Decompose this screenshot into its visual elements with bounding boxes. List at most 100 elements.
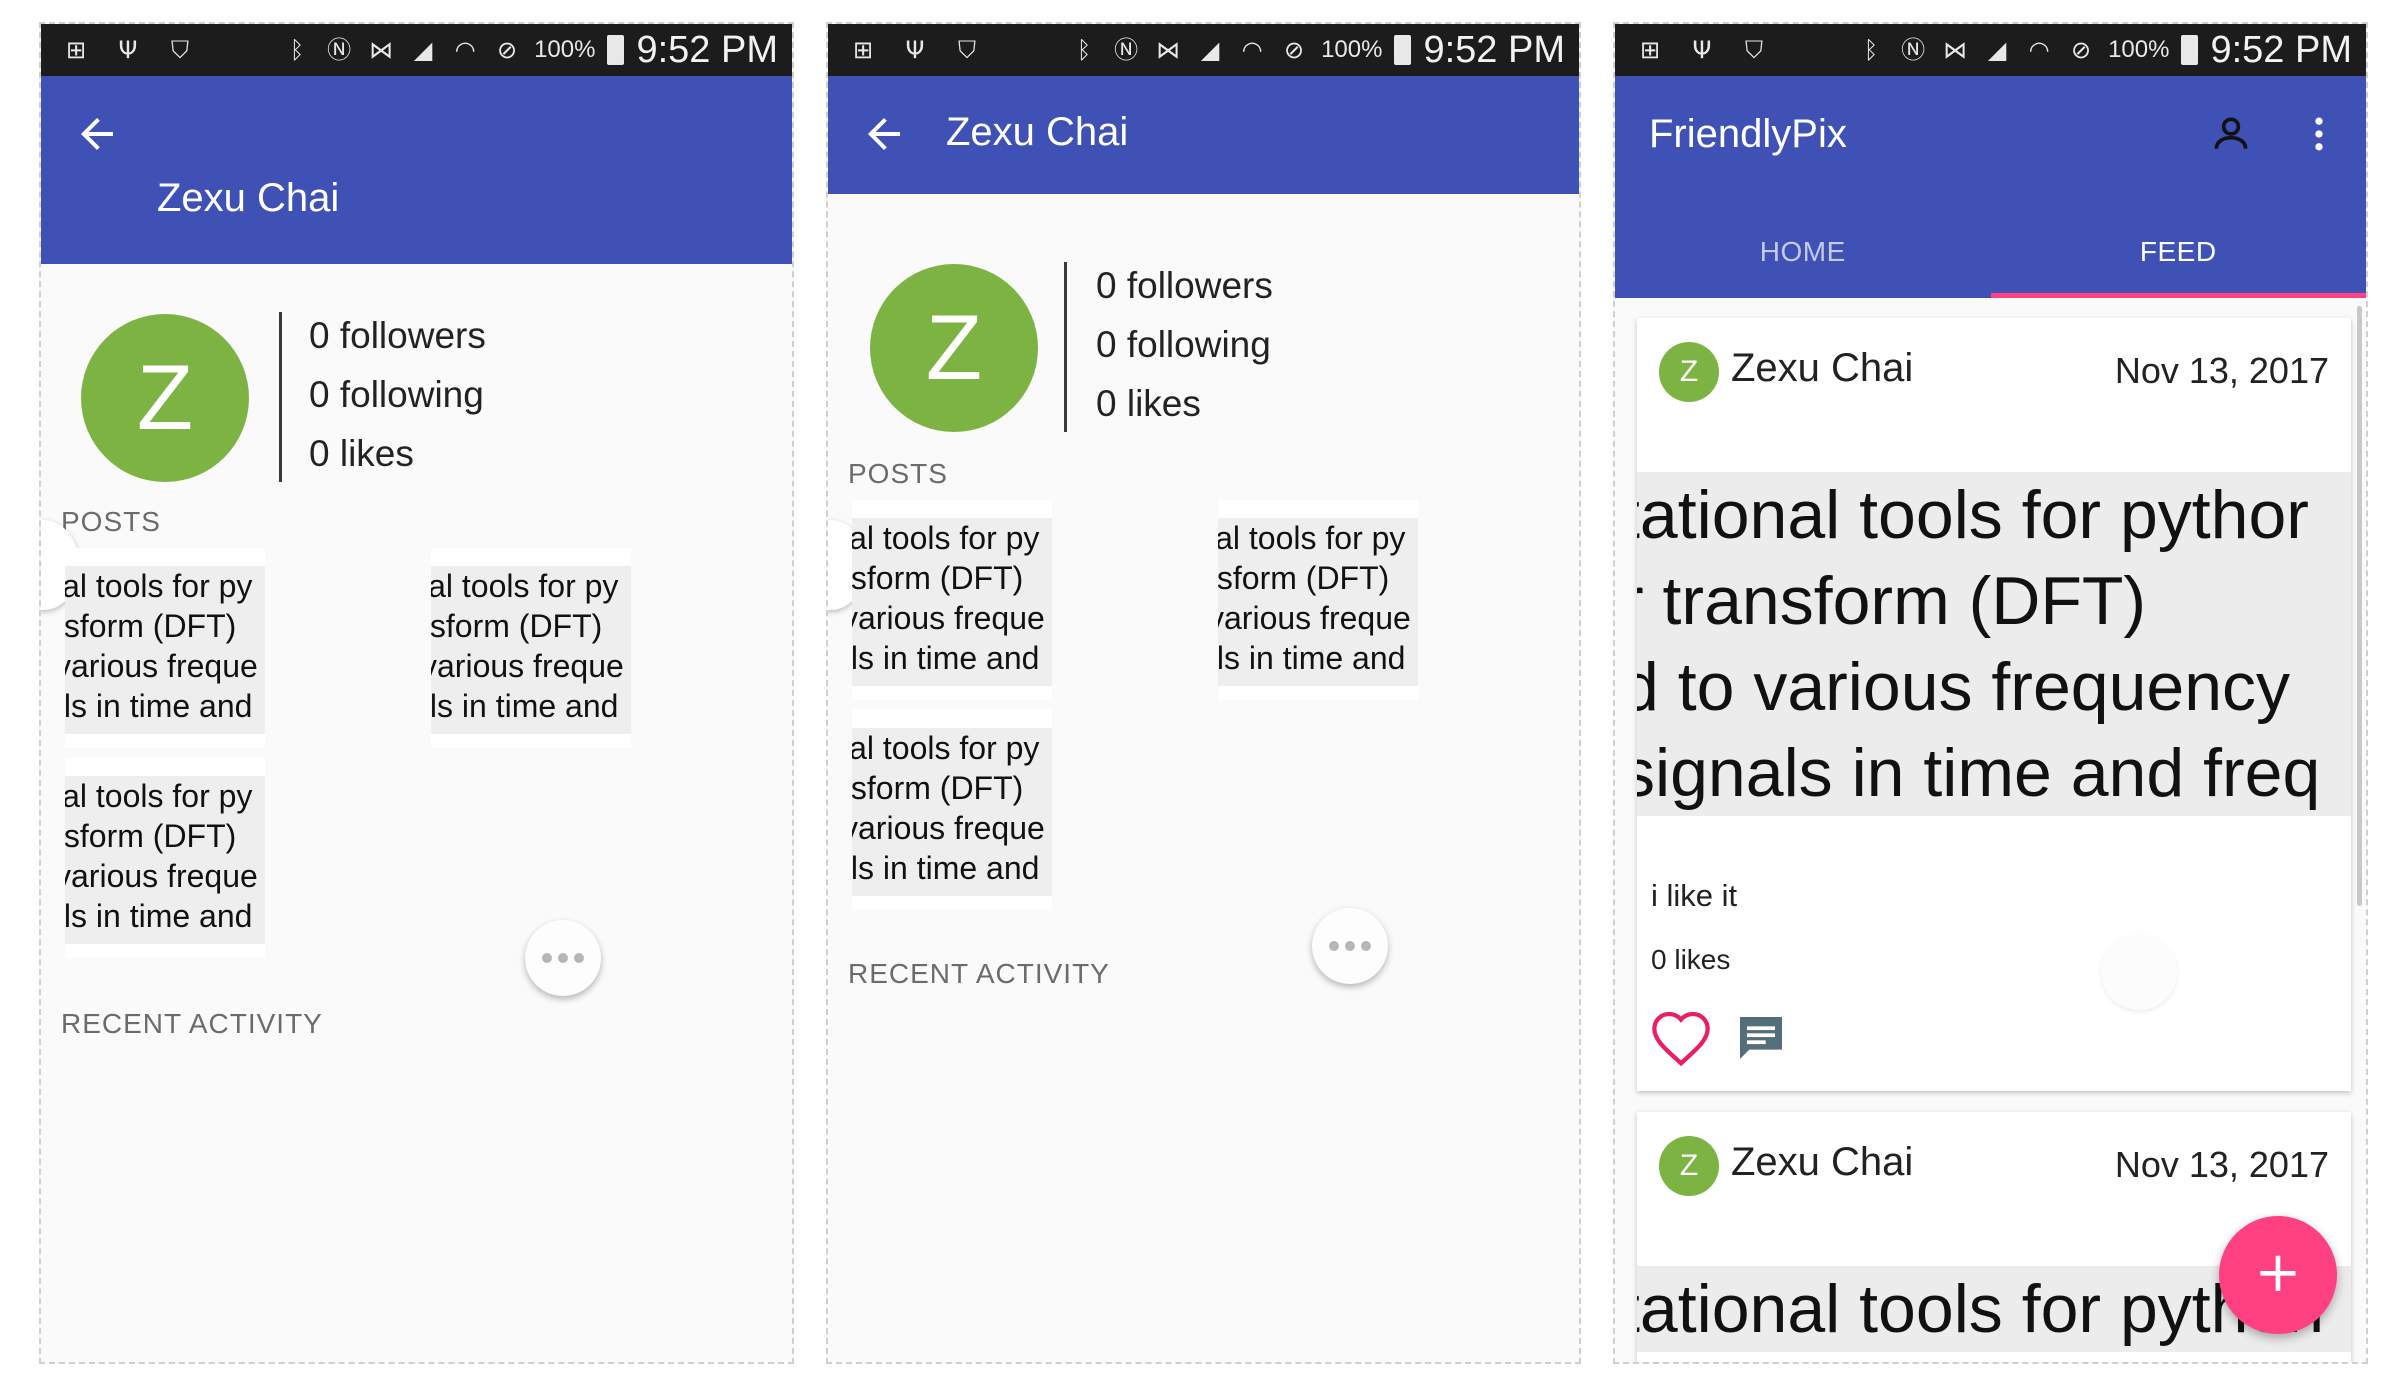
thumb-text: ısform (DFT) [852, 560, 1024, 596]
battery-percent: 100% [2108, 36, 2170, 63]
image-text: d to various frequency [1637, 649, 2291, 725]
stat-divider [1064, 262, 1067, 432]
post-thumbnail[interactable]: ial tools for py ısform (DFT) various fr… [431, 548, 631, 748]
message-icon: ⊞ [65, 36, 87, 64]
feed-screen: ⊞ Ψ ⛉ ᛒ Ⓝ ⋈ ◢ ◠ ⊘ 100% 9:52 PM FriendlyP… [1613, 22, 2368, 1364]
more-vert-icon[interactable] [2297, 112, 2341, 156]
do-not-disturb-icon: ⊘ [2071, 36, 2092, 64]
wifi-icon: ◠ [454, 36, 476, 64]
stat-divider [279, 312, 282, 482]
post-image[interactable]: tational tools for pythor r transform (D… [1637, 424, 2351, 844]
status-bar: ⊞ Ψ ⛉ ᛒ Ⓝ ⋈ ◢ ◠ ⊘ 100% 9:52 PM [41, 24, 792, 76]
shield-icon: ⛉ [171, 36, 189, 64]
thumb-text: ısform (DFT) [1218, 560, 1390, 596]
post-thumbnail[interactable]: ial tools for py ısform (DFT) various fr… [852, 500, 1052, 700]
avatar: Z [81, 314, 249, 482]
battery-icon [1394, 35, 1412, 65]
thumb-text: ısform (DFT) [65, 818, 237, 854]
recent-activity-label: RECENT ACTIVITY [848, 958, 1110, 989]
battery-icon [2181, 35, 2199, 65]
app-bar: Zexu Chai [41, 76, 792, 264]
more-horiz-icon [1329, 941, 1371, 951]
add-post-fab[interactable]: + [2219, 1216, 2337, 1334]
post-thumbnail[interactable]: ial tools for py ısform (DFT) various fr… [65, 758, 265, 958]
bluetooth-icon: ᛒ [1863, 36, 1879, 64]
post-thumbnail[interactable]: ial tools for py ısform (DFT) various fr… [1218, 500, 1418, 700]
thumb-text: ial tools for py [1218, 520, 1406, 556]
thumb-text: ıls in time and [852, 640, 1040, 676]
author-avatar[interactable]: Z [1659, 1136, 1719, 1196]
post-caption: i like it [1651, 878, 1738, 913]
battery-icon [607, 35, 625, 65]
thumb-text: various freque [852, 810, 1045, 846]
usb-icon: Ψ [118, 36, 138, 64]
vibrate-icon: ⋈ [1156, 36, 1181, 64]
author-name[interactable]: Zexu Chai [1731, 1140, 1913, 1185]
battery-percent: 100% [1321, 36, 1383, 63]
back-arrow-icon[interactable] [860, 110, 908, 158]
profile-title: Zexu Chai [946, 110, 1129, 154]
message-icon: ⊞ [1639, 36, 1661, 64]
clock: 9:52 PM [1423, 28, 1565, 71]
more-horiz-icon [542, 953, 584, 963]
wifi-icon: ◠ [1241, 36, 1263, 64]
nfc-icon: Ⓝ [1901, 36, 1926, 64]
comment-icon[interactable] [1733, 1010, 1789, 1066]
post-date: Nov 13, 2017 [2114, 350, 2329, 391]
heart-outline-icon[interactable] [1649, 1008, 1713, 1068]
likes-count: 0 likes [309, 433, 414, 474]
author-avatar[interactable]: Z [1659, 342, 1719, 402]
bluetooth-icon: ᛒ [289, 36, 305, 64]
usb-icon: Ψ [1692, 36, 1712, 64]
tab-feed[interactable]: FEED [1991, 220, 2367, 298]
following-count[interactable]: 0 following [309, 365, 486, 424]
status-bar: ⊞ Ψ ⛉ ᛒ Ⓝ ⋈ ◢ ◠ ⊘ 100% 9:52 PM [1615, 24, 2366, 76]
clock: 9:52 PM [636, 28, 778, 71]
author-name[interactable]: Zexu Chai [1731, 346, 1913, 391]
thumb-text: various freque [65, 648, 258, 684]
following-count[interactable]: 0 following [1096, 315, 1273, 374]
post-likes-count: 0 likes [1651, 944, 1731, 975]
tab-home[interactable]: HOME [1615, 220, 1991, 298]
back-arrow-icon[interactable] [73, 110, 121, 158]
tab-indicator [1990, 293, 2366, 298]
signal-icon: ◢ [1200, 36, 1220, 64]
nfc-icon: Ⓝ [1114, 36, 1139, 64]
signal-icon: ◢ [1987, 36, 2007, 64]
thumb-text: ısform (DFT) [431, 608, 603, 644]
avatar: Z [870, 264, 1038, 432]
thumb-text: ial tools for py [431, 568, 619, 604]
followers-count[interactable]: 0 followers [1096, 256, 1273, 315]
thumb-text: ıls in time and [65, 898, 253, 934]
shield-icon: ⛉ [958, 36, 976, 64]
scrollbar[interactable] [2357, 306, 2362, 906]
post-thumbnail[interactable]: ial tools for py ısform (DFT) various fr… [852, 710, 1052, 910]
app-bar: FriendlyPix HOME FEED [1615, 76, 2366, 298]
usb-icon: Ψ [905, 36, 925, 64]
more-button[interactable] [525, 920, 601, 996]
image-text: signals in time and freq [1637, 735, 2321, 811]
profile-screen-collapsed: ⊞ Ψ ⛉ ᛒ Ⓝ ⋈ ◢ ◠ ⊘ 100% 9:52 PM Zexu Chai… [826, 22, 1581, 1364]
thumb-text: ısform (DFT) [852, 770, 1024, 806]
thumb-text: ial tools for py [65, 778, 253, 814]
more-button-faded [2101, 934, 2177, 1010]
thumb-text: ial tools for py [65, 568, 253, 604]
vibrate-icon: ⋈ [1943, 36, 1968, 64]
thumb-text: ıls in time and [431, 688, 619, 724]
thumb-text: ial tools for py [852, 730, 1040, 766]
feed-post-card[interactable]: Z Zexu Chai Nov 13, 2017 tational tools … [1637, 318, 2351, 1091]
thumb-text: various freque [65, 858, 258, 894]
account-icon[interactable] [2209, 112, 2253, 156]
post-thumbnail[interactable]: ial tools for py ısform (DFT) various fr… [65, 548, 265, 748]
thumb-text: various freque [852, 600, 1045, 636]
message-icon: ⊞ [852, 36, 874, 64]
vibrate-icon: ⋈ [369, 36, 394, 64]
thumb-text: ıls in time and [852, 850, 1040, 886]
followers-count[interactable]: 0 followers [309, 306, 486, 365]
recent-activity-label: RECENT ACTIVITY [61, 1008, 323, 1039]
app-bar: Zexu Chai [828, 76, 1579, 194]
more-button[interactable] [1312, 908, 1388, 984]
posts-label: POSTS [848, 458, 948, 489]
shield-icon: ⛉ [1745, 36, 1763, 64]
status-bar: ⊞ Ψ ⛉ ᛒ Ⓝ ⋈ ◢ ◠ ⊘ 100% 9:52 PM [828, 24, 1579, 76]
